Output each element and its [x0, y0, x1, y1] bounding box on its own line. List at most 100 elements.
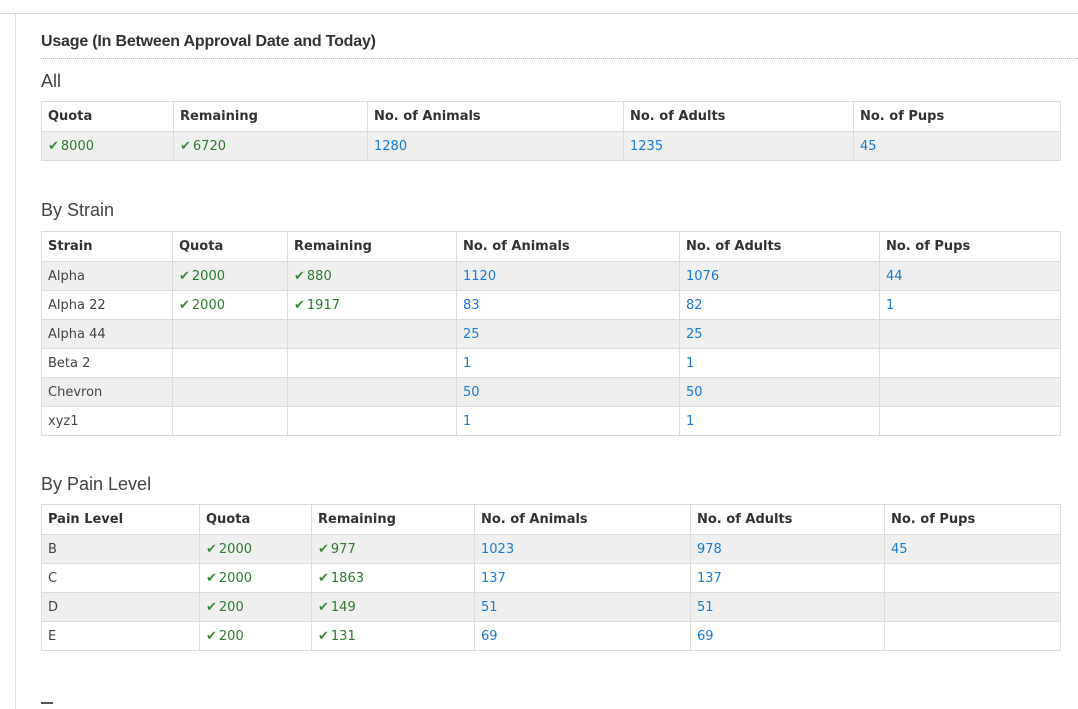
- adults-cell: 82: [679, 290, 880, 320]
- strain-usage-table: Strain Quota Remaining No. of Animals No…: [41, 231, 1061, 436]
- animals-link[interactable]: 1: [463, 356, 471, 371]
- next-section-heading-fragment: [41, 702, 53, 704]
- adults-cell: 1: [679, 406, 880, 436]
- animals-link[interactable]: 1023: [481, 542, 514, 557]
- name-cell: Alpha: [41, 261, 173, 291]
- adults-link[interactable]: 82: [686, 298, 703, 313]
- animals-link[interactable]: 137: [481, 571, 506, 586]
- animals-cell: 51: [474, 592, 691, 622]
- column-header: No. of Pups: [884, 504, 1061, 535]
- pups-cell: [879, 406, 1061, 436]
- adults-link[interactable]: 25: [686, 327, 703, 342]
- animals-link[interactable]: 50: [463, 385, 480, 400]
- column-header: Remaining: [311, 504, 475, 535]
- adults-link[interactable]: 69: [697, 629, 714, 644]
- check-icon: ✔: [294, 297, 305, 313]
- strain-rows: Alpha ✔ 2000 ✔ 880 1120 1076 44 Alpha 22 ✔ 2000 ✔ 19…: [41, 261, 1061, 436]
- check-icon: ✔: [318, 628, 329, 644]
- animals-link[interactable]: 1120: [463, 269, 496, 284]
- adults-link[interactable]: 978: [697, 542, 722, 557]
- pups-link[interactable]: 45: [891, 542, 908, 557]
- row-label: D: [48, 599, 59, 615]
- name-cell: Beta 2: [41, 348, 173, 378]
- remaining-cell: ✔ 880: [287, 261, 457, 291]
- row-label: E: [48, 628, 57, 644]
- check-icon: ✔: [180, 138, 191, 154]
- adults-link[interactable]: 1: [686, 356, 694, 371]
- adults-link[interactable]: 1235: [630, 139, 663, 154]
- pups-link[interactable]: 1: [886, 298, 894, 313]
- page: Usage (In Between Approval Date and Toda…: [0, 0, 1078, 709]
- quota-value: 200: [218, 628, 244, 644]
- table-row: Alpha ✔ 2000 ✔ 880 1120 1076 44: [41, 261, 1061, 291]
- pups-cell: [884, 621, 1061, 651]
- quota-cell: ✔ 200: [199, 592, 312, 622]
- animals-cell: 1120: [456, 261, 680, 291]
- column-header: No. of Animals: [367, 101, 624, 132]
- left-divider: [15, 14, 16, 709]
- quota-cell: [172, 406, 288, 436]
- quota-cell: [172, 348, 288, 378]
- adults-cell: 137: [690, 563, 885, 593]
- table-row: Alpha 22 ✔ 2000 ✔ 1917 83 82 1: [41, 290, 1061, 320]
- remaining-value: 149: [330, 599, 356, 615]
- quota-cell: [172, 319, 288, 349]
- name-cell: Alpha 44: [41, 319, 173, 349]
- animals-link[interactable]: 83: [463, 298, 480, 313]
- animals-cell: 1: [456, 406, 680, 436]
- adults-link[interactable]: 137: [697, 571, 722, 586]
- adults-cell: 978: [690, 534, 885, 564]
- quota-value: 200: [218, 599, 244, 615]
- quota-cell: ✔ 2000: [172, 261, 288, 291]
- quota-cell: ✔ 8000: [41, 131, 174, 161]
- quota-value: 2000: [218, 541, 252, 557]
- animals-link[interactable]: 69: [481, 629, 498, 644]
- adults-link[interactable]: 51: [697, 600, 714, 615]
- top-divider: [0, 13, 1078, 14]
- pups-cell: [879, 348, 1061, 378]
- adults-cell: 1: [679, 348, 880, 378]
- quota-value: 2000: [218, 570, 252, 586]
- animals-link[interactable]: 51: [481, 600, 498, 615]
- table-row: Chevron 50 50: [41, 377, 1061, 407]
- remaining-cell: ✔ 6720: [173, 131, 368, 161]
- column-header: Strain: [41, 231, 173, 262]
- row-label: Beta 2: [48, 355, 91, 371]
- check-icon: ✔: [206, 628, 217, 644]
- table-row: C ✔ 2000 ✔ 1863 137 137: [41, 563, 1061, 593]
- animals-link[interactable]: 1280: [374, 139, 407, 154]
- animals-link[interactable]: 1: [463, 414, 471, 429]
- adults-link[interactable]: 1: [686, 414, 694, 429]
- remaining-cell: ✔ 1917: [287, 290, 457, 320]
- animals-cell: 25: [456, 319, 680, 349]
- column-header: Remaining: [173, 101, 368, 132]
- strain-header-row: Strain Quota Remaining No. of Animals No…: [41, 231, 1061, 262]
- pups-cell: [879, 319, 1061, 349]
- adults-link[interactable]: 1076: [686, 269, 719, 284]
- remaining-cell: ✔ 977: [311, 534, 475, 564]
- column-header: No. of Pups: [879, 231, 1061, 262]
- animals-cell: 1: [456, 348, 680, 378]
- adults-link[interactable]: 50: [686, 385, 703, 400]
- pups-cell: 45: [884, 534, 1061, 564]
- animals-link[interactable]: 25: [463, 327, 480, 342]
- row-label: C: [48, 570, 58, 586]
- remaining-cell: ✔ 149: [311, 592, 475, 622]
- column-header: No. of Animals: [474, 504, 691, 535]
- pups-cell: [884, 592, 1061, 622]
- all-usage-table: Quota Remaining No. of Animals No. of Ad…: [41, 101, 1061, 161]
- table-row: xyz1 1 1: [41, 406, 1061, 436]
- remaining-cell: [287, 406, 457, 436]
- remaining-cell: ✔ 1863: [311, 563, 475, 593]
- remaining-cell: [287, 348, 457, 378]
- column-header: No. of Adults: [679, 231, 880, 262]
- pups-cell: 45: [853, 131, 1061, 161]
- pups-link[interactable]: 45: [860, 139, 877, 154]
- name-cell: E: [41, 621, 200, 651]
- table-row: Beta 2 1 1: [41, 348, 1061, 378]
- remaining-cell: ✔ 131: [311, 621, 475, 651]
- column-header: Quota: [199, 504, 312, 535]
- all-header-row: Quota Remaining No. of Animals No. of Ad…: [41, 101, 1061, 132]
- check-icon: ✔: [318, 599, 329, 615]
- pups-link[interactable]: 44: [886, 269, 903, 284]
